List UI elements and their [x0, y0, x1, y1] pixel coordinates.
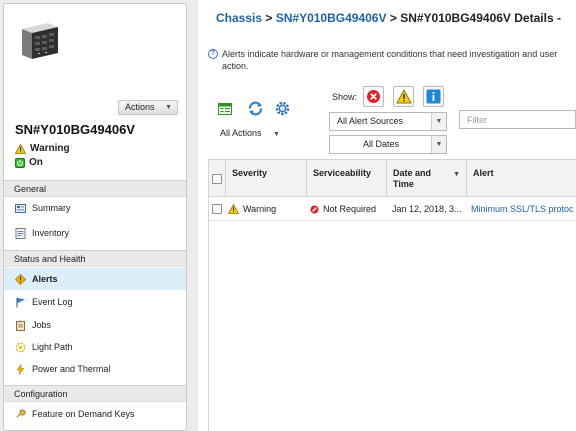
- severity-text: Warning: [243, 204, 277, 214]
- flag-icon: [16, 297, 25, 307]
- sidebar-item-summary[interactable]: Summary: [4, 197, 186, 219]
- column-severity[interactable]: Severity: [226, 160, 307, 196]
- date-value: All Dates: [363, 139, 400, 149]
- sidebar-item-power-thermal[interactable]: Power and Thermal: [4, 358, 186, 380]
- inventory-icon: [15, 227, 26, 239]
- actions-button[interactable]: Actions ▼: [118, 100, 178, 115]
- column-serviceability[interactable]: Serviceability: [307, 160, 387, 196]
- device-title: SN#Y010BG49406V: [15, 122, 135, 137]
- sidebar-item-label: Jobs: [32, 320, 52, 330]
- table-row[interactable]: Warning Not Required Jan 12, 2018, 3... …: [209, 197, 576, 221]
- help-text: Alerts indicate hardware or management c…: [222, 49, 558, 71]
- select-all-checkbox[interactable]: [212, 174, 222, 184]
- sidebar-item-label: Summary: [32, 203, 71, 213]
- not-required-icon: [310, 205, 319, 213]
- breadcrumb-separator: >: [265, 11, 273, 25]
- gear-icon[interactable]: [274, 100, 291, 117]
- section-configuration: Configuration: [4, 385, 186, 402]
- device-panel: Actions ▼ SN#Y010BG49406V Warning On Gen…: [3, 3, 187, 431]
- column-alert[interactable]: Alert: [467, 160, 576, 196]
- sidebar-item-event-log[interactable]: Event Log: [4, 291, 186, 313]
- warning-icon: [395, 89, 412, 104]
- chevron-down-icon: ▼: [431, 113, 446, 130]
- section-general: General: [4, 180, 186, 197]
- date-cell: Jan 12, 2018, 3...: [392, 204, 462, 214]
- refresh-icon[interactable]: [247, 100, 264, 117]
- power-text: On: [29, 157, 43, 168]
- severity-cell: Warning: [228, 197, 306, 221]
- breadcrumb-device-link[interactable]: SN#Y010BG49406V: [276, 11, 387, 25]
- sidebar-item-label: Alerts: [32, 274, 58, 284]
- chevron-down-icon: ▼: [431, 136, 446, 153]
- row-checkbox[interactable]: [212, 204, 222, 214]
- page-title: SN#Y010BG49406V Details -: [400, 11, 561, 25]
- sort-desc-icon: ▼: [453, 171, 460, 178]
- clipboard-icon: [16, 320, 25, 331]
- alert-source-value: All Alert Sources: [337, 116, 404, 126]
- chevron-down-icon: ▼: [165, 104, 172, 111]
- alerts-table: Severity Serviceability Date and Time ▼ …: [208, 159, 576, 431]
- sidebar-item-label: Light Path: [32, 342, 73, 352]
- filter-input[interactable]: [459, 110, 576, 129]
- column-date-time[interactable]: Date and Time ▼: [387, 160, 467, 196]
- warning-icon: [228, 204, 239, 214]
- sidebar-item-alerts[interactable]: Alerts: [4, 268, 186, 290]
- key-icon: [16, 409, 26, 418]
- info-icon: [426, 89, 441, 104]
- alert-diamond-icon: [15, 273, 26, 285]
- chassis-image: [22, 23, 58, 59]
- chevron-down-icon: ▼: [273, 131, 280, 138]
- sidebar-item-fod-keys[interactable]: Feature on Demand Keys: [4, 403, 186, 425]
- status-warning: Warning: [15, 143, 70, 154]
- alert-link[interactable]: Minimum SSL/TLS protoc: [471, 197, 576, 221]
- warning-icon: [15, 143, 26, 154]
- column-date-time-label: Date and Time: [393, 168, 432, 189]
- sidebar-item-label: Feature on Demand Keys: [32, 409, 135, 419]
- filter-warning-button[interactable]: [393, 86, 414, 107]
- table-header: Severity Serviceability Date and Time ▼ …: [209, 160, 576, 197]
- status-text: Warning: [30, 143, 70, 154]
- show-label: Show:: [332, 92, 358, 102]
- status-power: On: [15, 157, 43, 168]
- filter-critical-button[interactable]: [363, 86, 384, 107]
- all-actions-menu[interactable]: All Actions ▼: [220, 128, 280, 138]
- alert-source-select[interactable]: All Alert Sources ▼: [329, 112, 447, 131]
- help-note: ? Alerts indicate hardware or management…: [208, 48, 568, 72]
- breadcrumb: Chassis > SN#Y010BG49406V > SN#Y010BG494…: [216, 11, 561, 25]
- summary-icon: [15, 203, 26, 213]
- serviceability-cell: Not Required: [310, 197, 386, 221]
- filter-info-button[interactable]: [423, 86, 444, 107]
- sidebar-item-label: Event Log: [32, 297, 73, 307]
- actions-label: Actions: [125, 102, 155, 112]
- select-all-cell: [209, 160, 226, 196]
- breadcrumb-separator: >: [389, 11, 397, 25]
- sidebar-item-inventory[interactable]: Inventory: [4, 222, 186, 244]
- power-on-icon: [15, 157, 25, 168]
- date-select[interactable]: All Dates ▼: [329, 135, 447, 154]
- sidebar-item-label: Inventory: [32, 228, 70, 238]
- help-icon: ?: [208, 49, 218, 59]
- all-actions-label: All Actions: [220, 128, 262, 138]
- sidebar-item-jobs[interactable]: Jobs: [4, 314, 186, 336]
- lightbulb-icon: [15, 342, 26, 352]
- export-icon[interactable]: [217, 100, 234, 117]
- sidebar-item-label: Power and Thermal: [32, 364, 111, 374]
- section-status-health: Status and Health: [4, 250, 186, 267]
- critical-icon: [367, 90, 380, 103]
- power-thermal-icon: [16, 363, 25, 375]
- main-content: Chassis > SN#Y010BG49406V > SN#Y010BG494…: [198, 0, 576, 431]
- breadcrumb-chassis-link[interactable]: Chassis: [216, 11, 262, 25]
- serviceability-text: Not Required: [323, 204, 377, 214]
- sidebar-item-light-path[interactable]: Light Path: [4, 336, 186, 358]
